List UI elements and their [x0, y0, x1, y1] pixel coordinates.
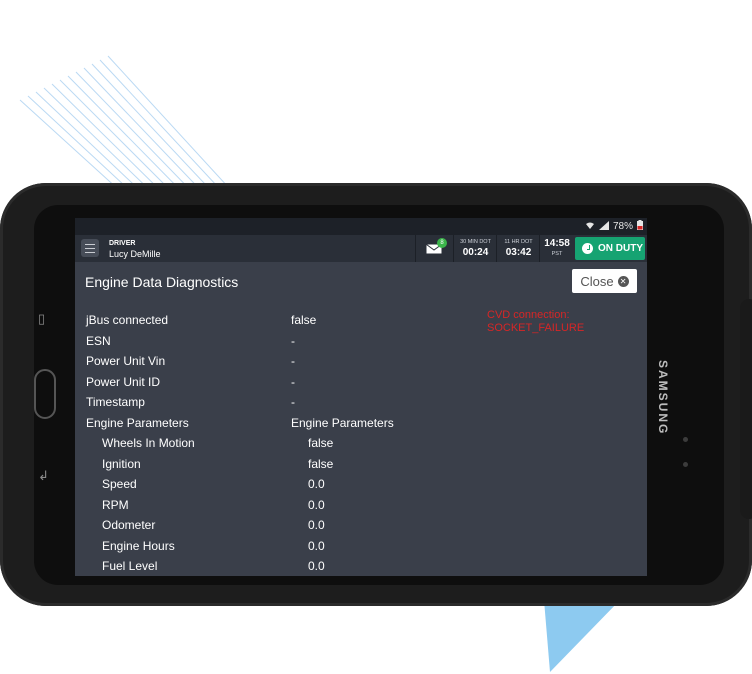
row-key: Engine Hours	[102, 538, 175, 553]
row-value: -	[291, 395, 295, 409]
row-key: Odometer	[102, 518, 156, 532]
row-key: jBus connected	[86, 313, 169, 327]
brand-logo: SAMSUNG	[656, 360, 670, 436]
clock-time: 14:58	[544, 238, 570, 249]
signal-icon	[598, 220, 609, 233]
row-value: Engine Parameters	[291, 415, 394, 430]
row-value: false	[308, 436, 334, 450]
app-header: DRIVER Lucy DeMille 8 30 MIN DOT 00:24 1…	[75, 235, 647, 262]
decorative-triangle	[544, 600, 620, 672]
table-row: Timestamp -	[75, 393, 647, 413]
row-key: Fuel Level	[102, 559, 158, 573]
clock-timezone: PST	[551, 251, 563, 257]
android-status-bar: 78%	[75, 218, 647, 235]
back-icon[interactable]: ↲	[38, 468, 49, 484]
driver-role-label: DRIVER	[109, 240, 136, 247]
timer-label: 11 HR DOT	[504, 239, 533, 245]
wifi-icon	[585, 221, 595, 233]
table-row: Engine Hours 0.0	[75, 537, 647, 557]
row-value: -	[291, 354, 295, 368]
page-title: Engine Data Diagnostics	[85, 274, 239, 290]
close-button[interactable]: Close ✕	[572, 269, 637, 293]
row-key: Engine Parameters	[86, 415, 189, 430]
row-key: Speed	[102, 477, 137, 491]
row-value: -	[291, 333, 295, 348]
message-count-badge: 8	[437, 238, 447, 248]
decorative-stripes	[19, 55, 241, 200]
duty-status-button[interactable]: ON DUTY	[575, 237, 645, 260]
duty-status-label: ON DUTY	[598, 243, 643, 254]
tablet-bumper	[740, 299, 752, 519]
row-key: Wheels In Motion	[102, 436, 195, 450]
timer-11-hr: 11 HR DOT 03:42	[496, 235, 540, 262]
table-row: jBus connected false	[75, 311, 647, 331]
camera-dot	[683, 437, 688, 442]
table-row: Fuel Level 0.0	[75, 557, 647, 576]
table-row: Odometer 0.0	[75, 516, 647, 536]
timer-30-min: 30 MIN DOT 00:24	[453, 235, 497, 262]
row-value: 0.0	[308, 477, 325, 491]
home-button[interactable]	[34, 369, 56, 419]
row-value: false	[308, 456, 334, 471]
row-key: ESN	[86, 333, 111, 348]
row-key: RPM	[102, 497, 129, 512]
row-value: -	[291, 374, 295, 389]
timer-label: 30 MIN DOT	[460, 239, 491, 245]
table-row: Wheels In Motion false	[75, 434, 647, 454]
row-key: Power Unit ID	[86, 374, 161, 389]
timer-value: 03:42	[505, 247, 532, 258]
row-key: Ignition	[102, 456, 141, 471]
hamburger-menu-icon[interactable]	[81, 239, 99, 257]
messages-button[interactable]	[415, 235, 454, 262]
table-row: Power Unit Vin -	[75, 352, 647, 372]
driver-name: Lucy DeMille	[109, 249, 161, 259]
recent-apps-icon[interactable]: ▯	[38, 311, 45, 327]
table-row: Engine Parameters Engine Parameters	[75, 414, 647, 434]
clock-icon	[582, 243, 593, 254]
row-key: Power Unit Vin	[86, 354, 166, 368]
timer-value: 00:24	[462, 247, 489, 258]
table-row: Ignition false	[75, 455, 647, 475]
row-value: 0.0	[308, 538, 325, 553]
row-value: 0.0	[308, 497, 325, 512]
table-row: Power Unit ID -	[75, 373, 647, 393]
row-key: Timestamp	[86, 395, 145, 409]
table-row: RPM 0.0	[75, 496, 647, 516]
table-row: ESN -	[75, 332, 647, 352]
row-value: 0.0	[308, 518, 325, 532]
close-label: Close	[580, 273, 614, 289]
battery-percent: 78%	[612, 221, 633, 232]
battery-icon	[637, 220, 643, 233]
sensor-dot	[683, 462, 688, 467]
row-value: 0.0	[308, 559, 325, 573]
close-icon: ✕	[617, 275, 629, 287]
row-value: false	[291, 313, 317, 327]
app-screen: 78% DRIVER Lucy DeMille 8 30 MIN DOT 00:…	[75, 218, 647, 576]
table-row: Speed 0.0	[75, 475, 647, 495]
